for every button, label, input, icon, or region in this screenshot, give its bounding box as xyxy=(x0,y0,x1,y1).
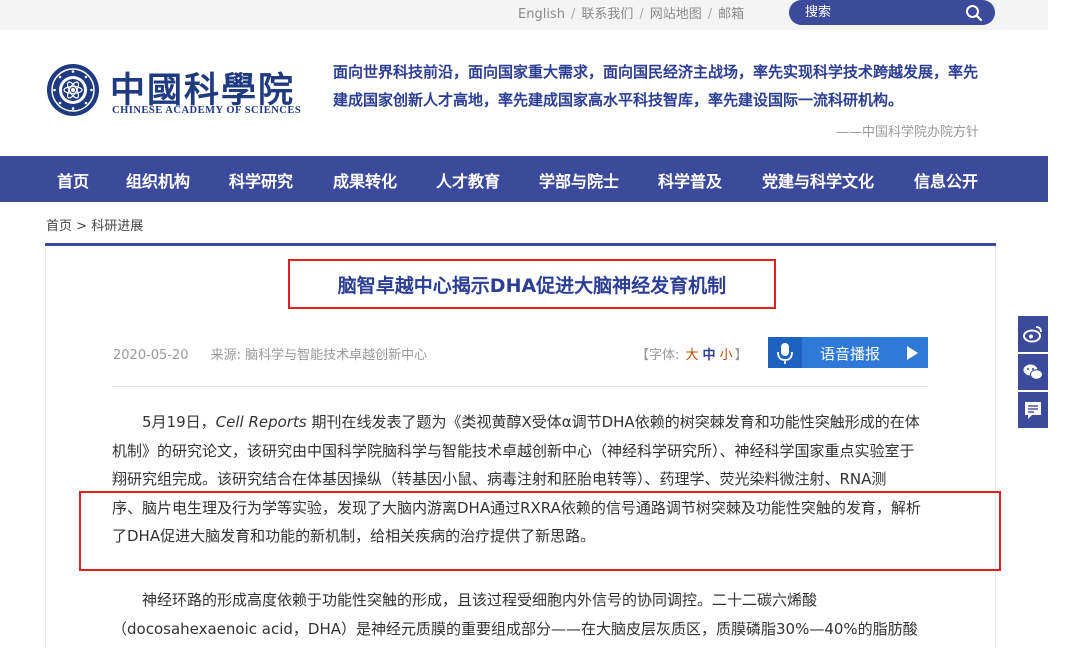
motto-line: 建成国家创新人才高地，率先建成国家高水平科技智库，率先建设国际一流科研机构。 xyxy=(333,91,904,109)
font-size-medium[interactable]: 中 xyxy=(703,348,716,363)
motto: 面向世界科技前沿，面向国家重大需求，面向国民经济主战场，率先实现科学技术跨越发展… xyxy=(333,58,993,114)
link-english[interactable]: English xyxy=(518,7,565,22)
title-highlight-box: 脑智卓越中心揭示DHA促进大脑神经发育机制 xyxy=(288,259,776,309)
nav-item-academicians[interactable]: 学部与院士 xyxy=(539,168,619,192)
breadcrumb-current[interactable]: 科研进展 xyxy=(91,219,143,234)
nav-item-organization[interactable]: 组织机构 xyxy=(126,168,190,192)
voice-broadcast-label: 语音播报 xyxy=(820,345,881,363)
top-utility-bar: English / 联系我们 / 网站地图 / 邮箱 xyxy=(0,0,1048,30)
article-right-border xyxy=(995,246,996,648)
source-label: 来源: xyxy=(210,348,241,363)
top-links: English / 联系我们 / 网站地图 / 邮箱 xyxy=(518,3,744,22)
paragraph-text: 神经环路的形成高度依赖于功能性突触的形成，且该过程受细胞内外信号的协同调控。二十… xyxy=(142,591,818,609)
weibo-icon xyxy=(1023,326,1042,343)
meta-divider xyxy=(112,386,928,387)
site-header: 中國科學院 CHINESE ACADEMY OF SCIENCES 面向世界科技… xyxy=(0,30,1048,156)
paragraph-line: 机制》的研究论文，该研究由中国科学院脑科学与智能技术卓越创新中心（神经科学研究所… xyxy=(112,441,915,460)
search-box xyxy=(789,0,995,25)
voice-broadcast-button[interactable]: 语音播报 xyxy=(768,337,928,368)
breadcrumb-separator: > xyxy=(72,219,92,234)
article-title: 脑智卓越中心揭示DHA促进大脑神经发育机制 xyxy=(337,275,727,297)
comment-icon xyxy=(1025,402,1041,419)
paragraph-lead: 5月19日， xyxy=(142,413,216,431)
motto-signature: ——中国科学院办院方针 xyxy=(836,125,980,140)
article-paragraph-2: 神经环路的形成高度依赖于功能性突触的形成，且该过程受细胞内外信号的协同调控。二十… xyxy=(112,586,932,643)
font-size-small[interactable]: 小 xyxy=(720,348,733,363)
article-left-border xyxy=(45,246,46,648)
search-input[interactable] xyxy=(805,3,955,22)
finding-highlight-box xyxy=(79,491,1001,571)
font-size-large[interactable]: 大 xyxy=(686,348,699,363)
paragraph-line: 5月19日，Cell Reports 期刊在线发表了题为《类视黄醇X受体α调节D… xyxy=(112,408,932,437)
link-mailbox[interactable]: 邮箱 xyxy=(718,3,744,22)
nav-item-education[interactable]: 人才教育 xyxy=(436,168,500,192)
play-icon xyxy=(907,346,918,360)
article-top-border xyxy=(45,243,996,246)
nav-item-disclosure[interactable]: 信息公开 xyxy=(914,168,978,192)
breadcrumb: 首页 > 科研进展 xyxy=(46,215,143,234)
main-nav: 首页 组织机构 科学研究 成果转化 人才教育 学部与院士 科学普及 党建与科学文… xyxy=(0,156,1048,202)
cas-emblem-icon[interactable] xyxy=(46,63,100,117)
motto-line: 面向世界科技前沿，面向国家重大需求，面向国民经济主战场，率先实现科学技术跨越发展… xyxy=(333,63,979,81)
article-meta: 2020-05-20 来源: 脑科学与智能技术卓越创新中心 xyxy=(113,344,427,363)
comment-button[interactable] xyxy=(1018,392,1048,428)
paragraph-line: （docosahexaenoic acid，DHA）是神经元质膜的重要组成部分—… xyxy=(112,619,918,638)
article-date: 2020-05-20 xyxy=(113,348,189,363)
wechat-icon xyxy=(1023,364,1043,380)
nav-item-home[interactable]: 首页 xyxy=(57,168,89,192)
link-contact[interactable]: 联系我们 xyxy=(581,3,633,22)
logo-english-text[interactable]: CHINESE ACADEMY OF SCIENCES xyxy=(112,105,301,116)
breadcrumb-home[interactable]: 首页 xyxy=(46,219,72,234)
article-source: 脑科学与智能技术卓越创新中心 xyxy=(245,348,428,363)
font-size-end: 】 xyxy=(734,348,748,363)
font-size-switcher: 【字体: 大中小】 xyxy=(636,344,748,363)
journal-name: Cell Reports xyxy=(215,413,307,431)
divider: / xyxy=(707,7,713,22)
paragraph-text: 期刊在线发表了题为《类视黄醇X受体α调节DHA依赖的树突棘发育和功能性突触形成的… xyxy=(306,413,920,431)
nav-item-party-culture[interactable]: 党建与科学文化 xyxy=(762,168,874,192)
nav-item-popular-science[interactable]: 科学普及 xyxy=(658,168,722,192)
link-sitemap[interactable]: 网站地图 xyxy=(650,3,702,22)
paragraph-line: 翔研究组完成。该研究结合在体基因操纵（转基因小鼠、病毒注射和胚胎电转等）、药理学… xyxy=(112,470,887,488)
weibo-share-button[interactable] xyxy=(1018,316,1048,352)
nav-item-research[interactable]: 科学研究 xyxy=(229,168,293,192)
divider: / xyxy=(570,7,576,22)
nav-item-transfer[interactable]: 成果转化 xyxy=(333,168,397,192)
microphone-icon xyxy=(768,337,802,368)
paragraph-line: 神经环路的形成高度依赖于功能性突触的形成，且该过程受细胞内外信号的协同调控。二十… xyxy=(112,586,932,615)
font-size-label: 【字体: xyxy=(636,348,680,363)
divider: / xyxy=(639,7,644,22)
wechat-share-button[interactable] xyxy=(1018,354,1048,390)
search-icon[interactable] xyxy=(965,4,983,22)
